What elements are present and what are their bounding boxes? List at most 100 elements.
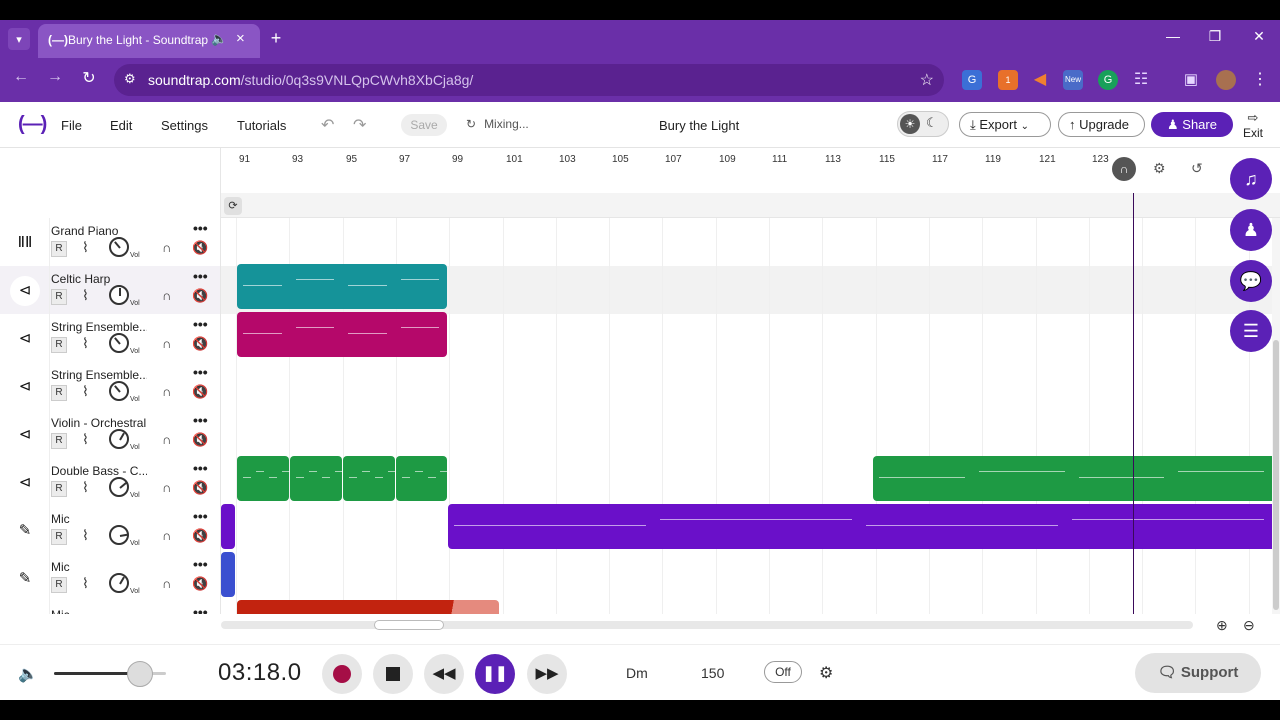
export-button[interactable]: ⤓ Export ⌄ xyxy=(959,112,1051,137)
record-arm-button[interactable]: R xyxy=(51,337,67,353)
track-lane[interactable] xyxy=(221,554,1272,602)
back-icon[interactable]: ← xyxy=(10,68,32,86)
track-name[interactable]: Grand Piano xyxy=(51,224,147,238)
mute-icon[interactable]: 🔇 xyxy=(192,480,208,496)
new-tab-icon[interactable]: + xyxy=(266,28,286,48)
clip-double-bass[interactable] xyxy=(237,456,290,501)
track-icon-box[interactable]: ⊲ xyxy=(0,266,50,314)
pause-button[interactable]: ❚❚ xyxy=(475,654,515,694)
menu-settings[interactable]: Settings xyxy=(161,118,208,133)
volume-knob[interactable] xyxy=(109,333,129,353)
bookmark-star-icon[interactable]: ☆ xyxy=(920,70,934,90)
mute-icon[interactable]: 🔇 xyxy=(192,384,208,400)
headphones-icon[interactable]: ∩ xyxy=(162,240,171,255)
automation-icon[interactable]: ⌇ xyxy=(82,239,89,256)
volume-knob[interactable] xyxy=(109,285,129,305)
volume-knob[interactable] xyxy=(109,381,129,401)
redo-icon[interactable]: ↷ xyxy=(353,115,366,135)
url-bar[interactable]: ⚙ soundtrap.com/studio/0q3s9VNLQpCWvh8Xb… xyxy=(114,64,944,96)
track-menu-icon[interactable]: ••• xyxy=(193,508,208,524)
record-arm-button[interactable]: R xyxy=(51,433,67,449)
speaker-icon[interactable]: 🔈 xyxy=(211,31,227,47)
track-row[interactable]: ⅡⅡ Grand Piano ••• R ⌇ Vol ∩ 🔇 xyxy=(0,218,1272,266)
playhead-line[interactable] xyxy=(1133,193,1134,614)
track-lane[interactable] xyxy=(221,362,1272,410)
track-icon-box[interactable]: ✎ xyxy=(0,554,50,602)
track-header[interactable]: ✎Mic•••R⌇Vol∩🔇 xyxy=(0,602,221,614)
key-signature[interactable]: Dm xyxy=(626,665,648,681)
tempo-display[interactable]: 150 xyxy=(701,665,724,681)
track-header[interactable]: ⊲ Violin - Orchestral ••• R ⌇ Vol ∩ 🔇 xyxy=(0,410,221,458)
browser-tab[interactable]: (—) Bury the Light - Soundtrap 🔈 × xyxy=(38,24,260,58)
headphones-icon[interactable]: ∩ xyxy=(162,432,171,447)
zoom-in-icon[interactable]: ⊕ xyxy=(1216,617,1228,634)
record-arm-button[interactable]: R xyxy=(51,289,67,305)
track-menu-icon[interactable]: ••• xyxy=(193,412,208,428)
upgrade-button[interactable]: ↑ Upgrade xyxy=(1058,112,1145,137)
track-icon-box[interactable]: ⊲ xyxy=(0,362,50,410)
automation-icon[interactable]: ⌇ xyxy=(82,527,89,544)
track-menu-icon[interactable]: ••• xyxy=(193,460,208,476)
translate-ext-icon[interactable]: G xyxy=(962,70,982,90)
maximize-icon[interactable]: ❐ xyxy=(1205,28,1225,45)
track-icon-box[interactable]: ⊲ xyxy=(0,410,50,458)
automation-icon[interactable]: ⌇ xyxy=(82,287,89,304)
track-header[interactable]: ✎Mic•••R⌇Vol∩🔇 xyxy=(0,506,221,554)
clip-double-bass[interactable] xyxy=(396,456,449,501)
share-button[interactable]: ♟ Share xyxy=(1151,112,1233,137)
automation-icon[interactable]: ⌇ xyxy=(82,479,89,496)
menu-edit[interactable]: Edit xyxy=(110,118,132,133)
transport-settings-icon[interactable]: ⚙ xyxy=(819,663,833,683)
volume-knob[interactable] xyxy=(109,573,129,593)
track-name[interactable]: Violin - Orchestral xyxy=(51,416,147,430)
track-menu-icon[interactable]: ••• xyxy=(193,364,208,380)
track-header[interactable]: ⊲ Double Bass - C... ••• R ⌇ Vol ∩ 🔇 xyxy=(0,458,221,506)
clip-mic-3[interactable] xyxy=(237,600,499,614)
track-icon-box[interactable]: ⊲ xyxy=(0,458,50,506)
site-info-icon[interactable]: ⚙ xyxy=(124,71,136,87)
volume-knob[interactable] xyxy=(109,477,129,497)
track-icon-box[interactable]: ⅡⅡ xyxy=(0,218,50,266)
track-lane[interactable] xyxy=(221,410,1272,458)
record-button[interactable] xyxy=(322,654,362,694)
clip-double-bass[interactable] xyxy=(343,456,396,501)
record-arm-button[interactable]: R xyxy=(51,241,67,257)
track-header[interactable]: ⊲ String Ensemble... ••• R ⌇ Vol ∩ 🔇 xyxy=(0,314,221,362)
track-row[interactable]: ⊲ String Ensemble... ••• R ⌇ Vol ∩ 🔇 xyxy=(0,314,1272,362)
ruler-settings-icon[interactable]: ⚙ xyxy=(1153,160,1166,177)
clip-double-bass[interactable] xyxy=(873,456,1272,501)
mute-icon[interactable]: 🔇 xyxy=(192,432,208,448)
loop-icon[interactable]: ⟳ xyxy=(224,197,242,215)
clip-double-bass[interactable] xyxy=(290,456,343,501)
record-arm-button[interactable]: R xyxy=(51,529,67,545)
playhead-handle-icon[interactable]: ∩ xyxy=(1112,157,1136,181)
automation-icon[interactable]: ⌇ xyxy=(82,431,89,448)
track-header[interactable]: ⊲ String Ensemble... ••• R ⌇ Vol ∩ 🔇 xyxy=(0,362,221,410)
menu-file[interactable]: File xyxy=(61,118,82,133)
volume-icon[interactable]: 🔈 xyxy=(18,664,38,684)
reload-icon[interactable]: ↻ xyxy=(78,68,100,88)
track-lane[interactable] xyxy=(221,218,1272,266)
minimize-icon[interactable]: — xyxy=(1163,28,1183,44)
volume-knob[interactable] xyxy=(109,525,129,545)
master-volume-thumb[interactable] xyxy=(127,661,153,687)
volume-knob[interactable] xyxy=(109,237,129,257)
exit-button[interactable]: ⇨ Exit xyxy=(1240,110,1266,140)
track-name[interactable]: String Ensemble... xyxy=(51,320,147,334)
grammarly-icon[interactable]: G xyxy=(1098,70,1118,90)
headphones-icon[interactable]: ∩ xyxy=(162,384,171,399)
clip-celtic-harp[interactable] xyxy=(237,264,447,309)
track-name[interactable]: Mic xyxy=(51,560,147,574)
clip-mic[interactable] xyxy=(221,504,235,549)
mute-icon[interactable]: 🔇 xyxy=(192,240,208,256)
loop-bar[interactable] xyxy=(221,193,1280,218)
rewind-button[interactable]: ◀◀ xyxy=(424,654,464,694)
profile-avatar[interactable] xyxy=(1216,70,1236,90)
menu-tutorials[interactable]: Tutorials xyxy=(237,118,286,133)
close-tab-icon[interactable]: × xyxy=(236,30,245,47)
stop-button[interactable] xyxy=(373,654,413,694)
new-ext-icon[interactable]: New xyxy=(1063,70,1083,90)
track-name[interactable]: Mic xyxy=(51,512,147,526)
track-name[interactable]: String Ensemble... xyxy=(51,368,147,382)
clip-mic-2[interactable] xyxy=(221,552,235,597)
